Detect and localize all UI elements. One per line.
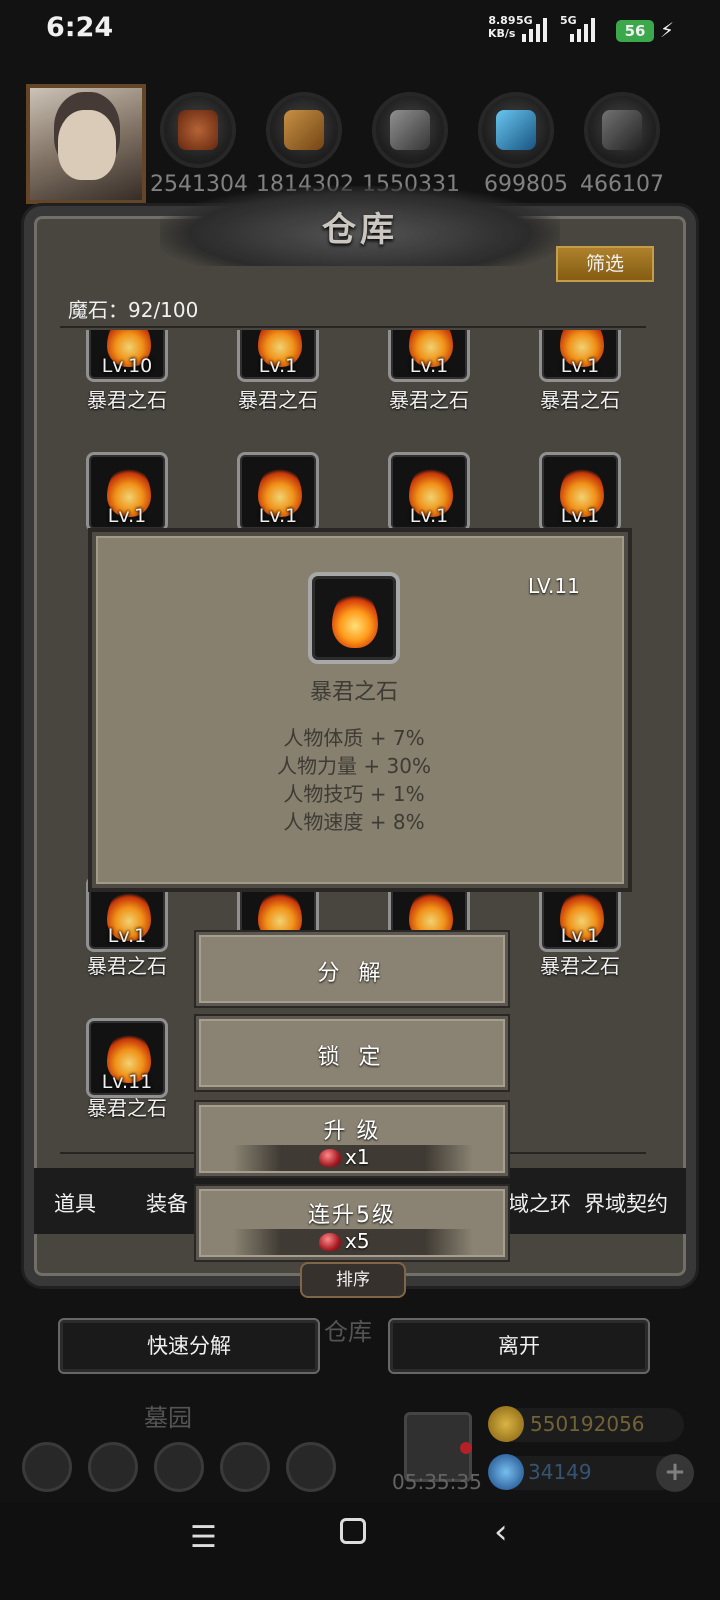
upgrade-5-cost-value: x5 xyxy=(345,1229,370,1253)
recent-apps-icon[interactable]: ☰ xyxy=(190,1520,217,1555)
tyrant-stone-icon xyxy=(332,590,378,648)
upgrade-5-cost: x5 xyxy=(233,1229,473,1255)
popup-item-icon xyxy=(308,572,400,664)
upgrade-cost: x1 xyxy=(233,1145,473,1171)
decompose-button[interactable]: 分 解 xyxy=(196,932,508,1006)
stat-strength: 人物力量 + 30% xyxy=(277,754,431,778)
upgrade-label: 升 级 xyxy=(323,1119,381,1144)
decompose-label: 分 解 xyxy=(317,961,387,986)
system-nav-bar xyxy=(0,1502,720,1600)
stat-skill: 人物技巧 + 1% xyxy=(283,782,425,806)
back-icon[interactable]: ‹ xyxy=(494,1512,508,1552)
home-icon[interactable] xyxy=(340,1518,366,1544)
popup-item-name: 暴君之石 xyxy=(309,680,398,705)
magic-stone-icon xyxy=(319,1233,341,1251)
upgrade-button[interactable]: 升 级 x1 xyxy=(196,1102,508,1176)
stat-constitution: 人物体质 + 7% xyxy=(283,726,425,750)
upgrade-5-label: 连升5级 xyxy=(308,1203,396,1228)
upgrade-cost-value: x1 xyxy=(345,1145,370,1169)
magic-stone-icon xyxy=(319,1149,341,1167)
lock-label: 锁 定 xyxy=(317,1045,387,1070)
upgrade-5-button[interactable]: 连升5级 x5 xyxy=(196,1186,508,1260)
stat-speed: 人物速度 + 8% xyxy=(283,810,425,834)
lock-button[interactable]: 锁 定 xyxy=(196,1016,508,1090)
popup-item-level: LV.11 xyxy=(528,574,580,598)
